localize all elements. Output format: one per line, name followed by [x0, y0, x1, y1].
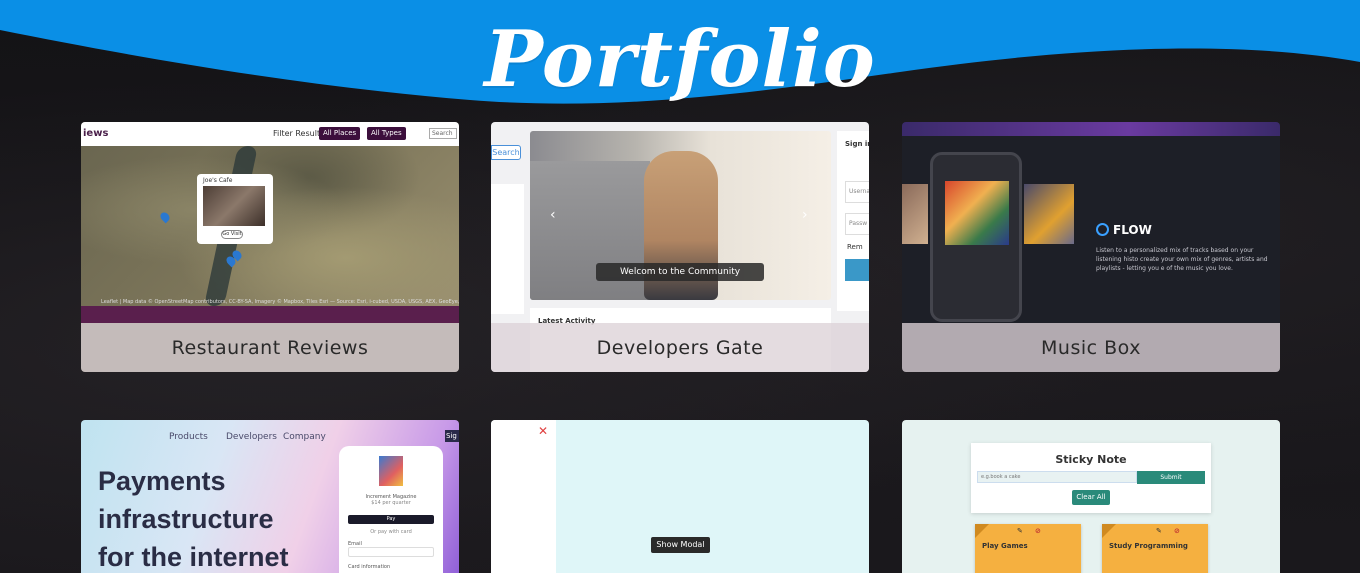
note-fold	[975, 524, 989, 538]
welcome-banner: Welcom to the Community	[596, 263, 764, 281]
preview-search-button: Search	[491, 145, 521, 160]
submit-button: Submit	[1137, 471, 1205, 484]
signin-button	[845, 259, 869, 281]
product-image	[379, 456, 403, 486]
popup-title: Joe's Cafe	[203, 177, 233, 184]
card-info-label: Card information	[348, 564, 391, 570]
delete-icon: ⊘	[1035, 527, 1041, 535]
sticky-title: Sticky Note	[1055, 453, 1127, 466]
nav-item: Developers	[226, 432, 277, 442]
broadcast-icon	[1096, 223, 1109, 236]
sticky-note: ✎ ⊘ Play Games	[975, 524, 1081, 573]
username-field: Userna	[845, 181, 869, 203]
chevron-left-icon: ‹	[550, 207, 556, 223]
filter-label: Filter Results	[273, 129, 325, 138]
sign-button: Sig	[445, 430, 459, 442]
page-title: Portfolio	[484, 14, 876, 105]
project-card-restaurant-reviews[interactable]: iews Filter Results All Places All Types…	[81, 122, 459, 372]
sticky-panel: Sticky Note e.g.book a cake Submit Clear…	[971, 443, 1211, 513]
types-select: All Types	[367, 127, 406, 140]
preview-topbar: iews Filter Results All Places All Types…	[81, 122, 459, 146]
project-card-music-box[interactable]: FLOW Listen to a personalized mix of tra…	[902, 122, 1280, 372]
delete-icon: ⊘	[1174, 527, 1180, 535]
preview-signin: Sign in Userna Passw Rem	[837, 131, 869, 311]
project-card-developers-gate[interactable]: Search ‹ › Welcom to the Community Sign …	[491, 122, 869, 372]
places-select: All Places	[319, 127, 361, 140]
project-caption: Developers Gate	[491, 323, 869, 372]
flow-brand: FLOW	[1096, 223, 1152, 237]
project-card-sticky-note[interactable]: Sticky Note e.g.book a cake Submit Clear…	[902, 420, 1280, 573]
project-caption: Restaurant Reviews	[81, 323, 459, 372]
preview-hero: ‹ › Welcom to the Community	[530, 131, 831, 300]
sticky-note: ✎ ⊘ Study Programming	[1102, 524, 1208, 573]
clear-all-button: Clear All	[1072, 490, 1110, 505]
popup-button: Go Visit	[221, 230, 243, 239]
preview-topstrip	[902, 122, 1280, 136]
phone-mockup	[930, 152, 1022, 322]
flow-description: Listen to a personalized mix of tracks b…	[1096, 247, 1268, 272]
preview-brand: iews	[83, 128, 109, 139]
modal-panel: ✕	[491, 420, 556, 573]
note-text: Play Games	[982, 542, 1028, 550]
headline: Payments infrastructure for the internet	[98, 466, 289, 572]
chevron-right-icon: ›	[802, 207, 808, 223]
note-text: Study Programming	[1109, 542, 1188, 550]
password-field: Passw	[845, 213, 869, 235]
nav-item: Products	[169, 432, 208, 442]
preview-sidebar	[491, 184, 524, 314]
album-tile	[1024, 184, 1074, 244]
or-card-label: Or pay with card	[370, 529, 412, 535]
note-input: e.g.book a cake	[977, 471, 1137, 483]
apple-pay-button: Pay	[348, 515, 434, 524]
project-caption: Music Box	[902, 323, 1280, 372]
product-price: $14 per quarter	[371, 500, 411, 506]
remember-label: Rem	[847, 243, 863, 251]
project-card-payments[interactable]: Products Developers Company Sig Payments…	[81, 420, 459, 573]
preview-search: Search	[429, 128, 457, 139]
edit-icon: ✎	[1156, 527, 1162, 535]
email-field	[348, 547, 434, 557]
popup-image	[203, 186, 265, 226]
show-modal-button: Show Modal	[651, 537, 710, 553]
edit-icon: ✎	[1017, 527, 1023, 535]
project-card-modal[interactable]: ✕ Show Modal	[491, 420, 869, 573]
signin-label: Sign in	[845, 140, 869, 148]
album-tile	[902, 184, 928, 244]
note-fold	[1102, 524, 1116, 538]
close-icon: ✕	[538, 424, 549, 438]
preview-gallery-strip	[81, 306, 459, 323]
album-art	[945, 181, 1009, 245]
map-popup: Joe's Cafe Go Visit	[197, 174, 273, 244]
checkout-preview: Increment Magazine $14 per quarter Pay O…	[339, 446, 443, 573]
nav-item: Company	[283, 432, 326, 442]
map-credit: Leaflet | Map data © OpenStreetMap contr…	[101, 299, 459, 305]
